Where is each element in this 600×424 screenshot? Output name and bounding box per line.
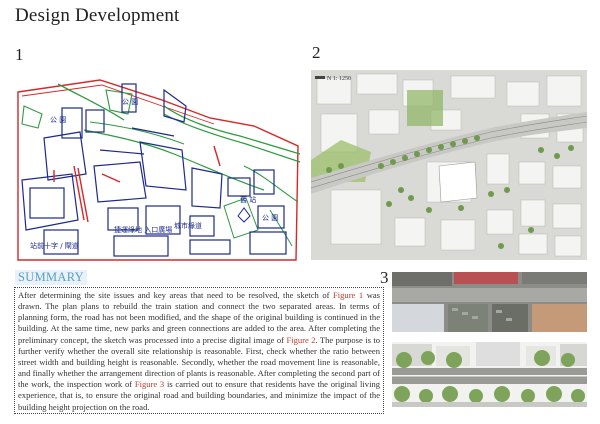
site-sketch-figure: 公 園 公 園 站前十字 / 閘道 捷運綠地 入口廣場 城市綠道 公 園 舊 站 [14, 70, 302, 263]
sketch-label: 公 園 [122, 98, 138, 106]
page-title: Design Development [15, 5, 180, 26]
sketch-label: 舊 站 [240, 195, 256, 204]
sketch-label: 站前十字 / 閘道 [30, 241, 79, 250]
sketch-label: 城市綠道 [174, 221, 202, 230]
figure-1-number: 1 [15, 45, 24, 64]
digital-site-plan-figure: N 1: 1250 [311, 70, 587, 260]
figure-3-number: 3 [380, 268, 389, 287]
summary-text: After determining the site issues and ke… [18, 290, 334, 300]
sketch-label: 公 園 [262, 214, 278, 222]
figure-2-number: 2 [312, 43, 321, 62]
street-elevation-figure [392, 342, 587, 407]
figure-2-reference: Figure 2 [286, 334, 316, 345]
sketch-label: 捷運綠地 入口廣場 [114, 225, 172, 234]
scale-label: N 1: 1250 [327, 76, 351, 82]
summary-heading: SUMMARY [15, 270, 88, 285]
figure-1-reference: Figure 1 [333, 290, 364, 300]
sketch-label: 公 園 [50, 116, 66, 124]
summary-text-box: After determining the site issues and ke… [14, 287, 384, 414]
figure-3-reference: Figure 3 [134, 379, 165, 390]
aerial-photo-figure [392, 272, 587, 332]
